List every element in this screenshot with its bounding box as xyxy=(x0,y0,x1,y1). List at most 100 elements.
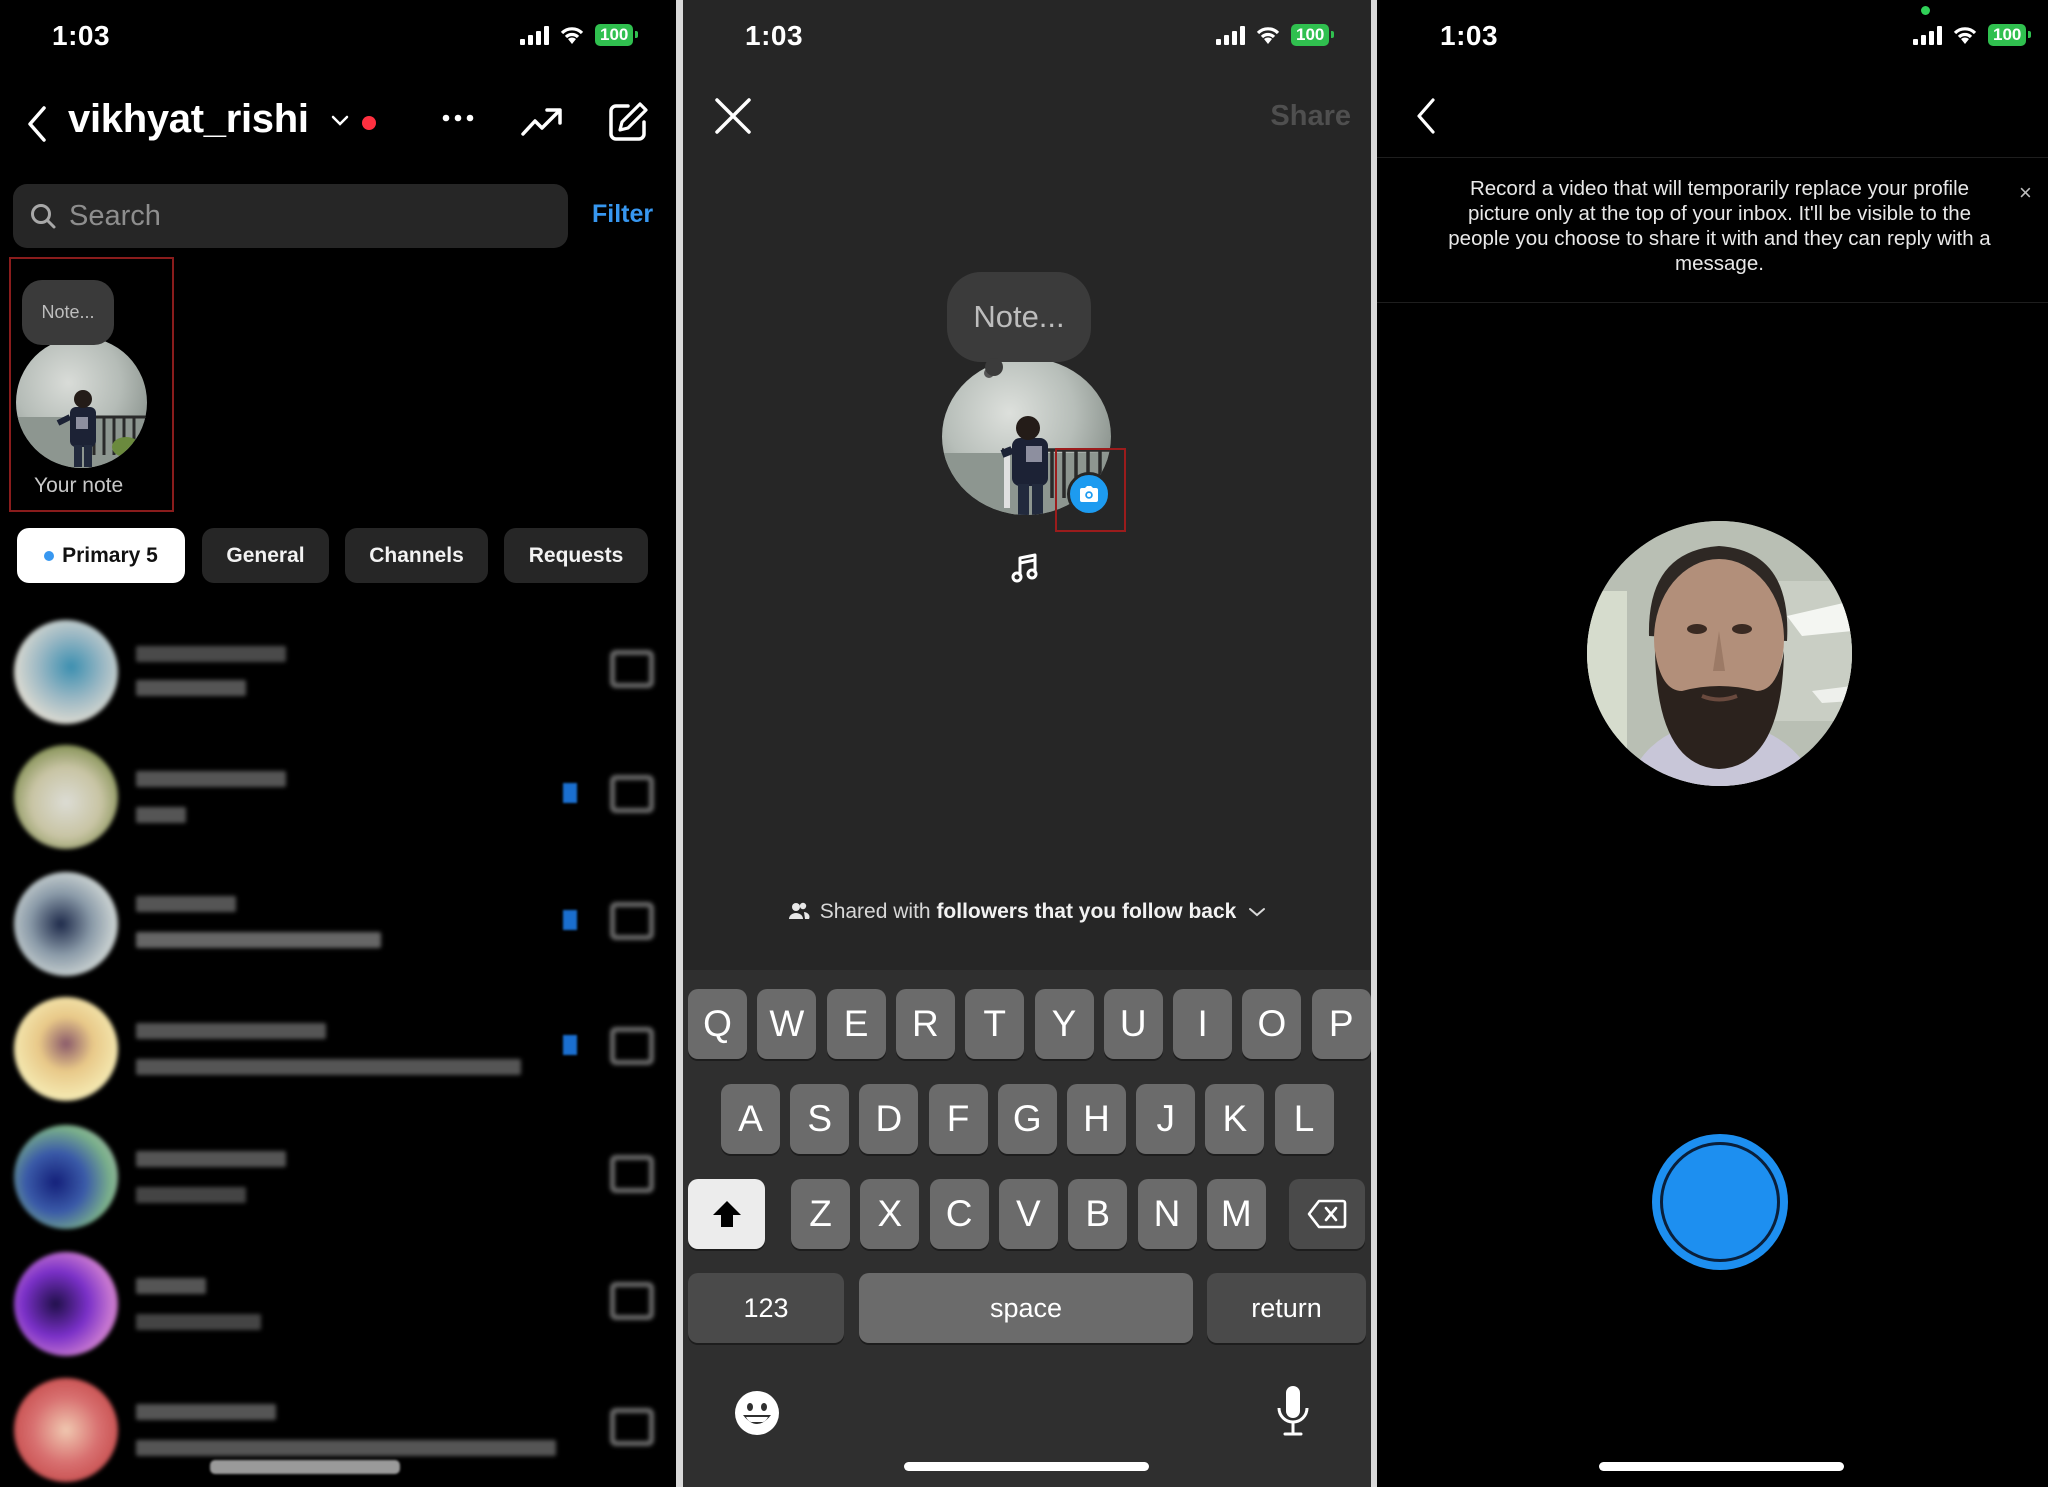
key-l[interactable]: L xyxy=(1274,1084,1334,1154)
key-d[interactable]: D xyxy=(859,1084,919,1154)
wifi-icon xyxy=(1256,27,1280,44)
tab-primary[interactable]: Primary 5 xyxy=(17,528,185,583)
key-v[interactable]: V xyxy=(998,1179,1058,1249)
add-video-button[interactable] xyxy=(1067,472,1111,516)
camera-icon[interactable] xyxy=(610,902,654,940)
emoji-icon[interactable] xyxy=(733,1389,781,1437)
trending-icon[interactable] xyxy=(520,104,564,140)
note-bubble[interactable]: Note... xyxy=(22,280,114,345)
key-b[interactable]: B xyxy=(1068,1179,1128,1249)
key-r[interactable]: R xyxy=(895,989,955,1059)
more-icon[interactable] xyxy=(442,113,474,123)
back-chevron-icon[interactable] xyxy=(1413,96,1439,136)
chevron-down-icon[interactable] xyxy=(330,114,350,128)
home-indicator xyxy=(1599,1462,1844,1471)
camera-icon[interactable] xyxy=(610,775,654,813)
audience-prefix: Shared with xyxy=(819,900,931,923)
notification-dot xyxy=(362,116,376,130)
key-m[interactable]: M xyxy=(1206,1179,1266,1249)
key-k[interactable]: K xyxy=(1205,1084,1265,1154)
battery-indicator: 100 xyxy=(1291,24,1335,46)
status-icons: 100 xyxy=(520,24,639,46)
chat-list-item[interactable] xyxy=(0,862,676,982)
key-e[interactable]: E xyxy=(826,989,886,1059)
return-key[interactable]: return xyxy=(1207,1273,1366,1343)
camera-icon[interactable] xyxy=(610,1155,654,1193)
camera-icon[interactable] xyxy=(610,1408,654,1446)
key-t[interactable]: T xyxy=(965,989,1025,1059)
home-indicator xyxy=(904,1462,1149,1471)
key-z[interactable]: Z xyxy=(791,1179,850,1249)
audience-selector[interactable]: Shared with followers that you follow ba… xyxy=(683,900,1371,924)
numbers-key[interactable]: 123 xyxy=(688,1273,844,1343)
chat-name-blurred xyxy=(136,1404,276,1420)
share-button[interactable]: Share xyxy=(1270,100,1351,133)
key-g[interactable]: G xyxy=(997,1084,1057,1154)
backspace-icon xyxy=(1307,1199,1347,1229)
shift-key[interactable] xyxy=(688,1179,765,1249)
chat-list-item[interactable] xyxy=(0,735,676,855)
tab-label: Channels xyxy=(369,543,464,567)
status-icons: 100 xyxy=(1913,24,2032,46)
microphone-icon[interactable] xyxy=(1275,1384,1311,1438)
chat-avatar xyxy=(14,745,118,849)
chat-name-blurred xyxy=(136,1023,326,1039)
camera-icon[interactable] xyxy=(610,1027,654,1065)
chat-name-blurred xyxy=(136,1278,206,1294)
backspace-key[interactable] xyxy=(1289,1179,1365,1249)
your-note-label: Your note xyxy=(34,474,124,497)
close-icon[interactable] xyxy=(713,96,753,136)
key-o[interactable]: O xyxy=(1242,989,1302,1059)
home-indicator xyxy=(210,1460,400,1474)
unread-dot xyxy=(44,550,55,561)
record-button[interactable] xyxy=(1652,1134,1788,1270)
chat-name-blurred xyxy=(136,646,286,662)
chat-list-item[interactable] xyxy=(0,1242,676,1362)
chat-preview-blurred xyxy=(136,807,186,823)
back-chevron-icon[interactable] xyxy=(24,104,50,144)
key-x[interactable]: X xyxy=(860,1179,920,1249)
your-note-avatar[interactable] xyxy=(16,337,147,468)
search-input[interactable]: Search xyxy=(13,184,568,248)
key-a[interactable]: A xyxy=(721,1084,780,1154)
wifi-icon xyxy=(560,27,584,44)
compose-icon[interactable] xyxy=(606,100,650,144)
key-p[interactable]: P xyxy=(1311,989,1371,1059)
key-q[interactable]: Q xyxy=(688,989,747,1059)
tab-requests[interactable]: Requests xyxy=(504,528,648,583)
camera-icon[interactable] xyxy=(610,1282,654,1320)
chat-name-blurred xyxy=(136,1151,286,1167)
info-banner-text: Record a video that will temporarily rep… xyxy=(1448,177,1991,275)
tab-label: Primary 5 xyxy=(62,543,158,567)
account-username[interactable]: vikhyat_rishi xyxy=(68,97,309,142)
key-c[interactable]: C xyxy=(929,1179,989,1249)
camera-icon[interactable] xyxy=(610,650,654,688)
key-n[interactable]: N xyxy=(1137,1179,1197,1249)
battery-indicator: 100 xyxy=(595,24,639,46)
chat-list-item[interactable] xyxy=(0,610,676,730)
banner-close-button[interactable]: × xyxy=(2019,180,2032,206)
cellular-signal-icon xyxy=(1216,25,1245,45)
chat-preview-blurred xyxy=(136,1314,261,1330)
filter-button[interactable]: Filter xyxy=(592,200,653,229)
space-key[interactable]: space xyxy=(859,1273,1193,1343)
tab-label: General xyxy=(226,543,305,567)
music-note-icon[interactable] xyxy=(1011,552,1039,584)
camera-in-use-indicator xyxy=(1921,6,1930,15)
chat-preview-blurred xyxy=(136,1187,246,1203)
tab-general[interactable]: General xyxy=(202,528,329,583)
key-f[interactable]: F xyxy=(928,1084,988,1154)
key-s[interactable]: S xyxy=(790,1084,850,1154)
note-input[interactable]: Note... xyxy=(947,272,1091,376)
key-j[interactable]: J xyxy=(1136,1084,1196,1154)
chat-list-item[interactable] xyxy=(0,1115,676,1235)
key-u[interactable]: U xyxy=(1103,989,1163,1059)
tab-channels[interactable]: Channels xyxy=(345,528,488,583)
key-i[interactable]: I xyxy=(1173,989,1233,1059)
key-h[interactable]: H xyxy=(1067,1084,1126,1154)
chat-avatar xyxy=(14,620,118,724)
inbox-screen: 1:03 100 vikhyat_rishi Search Filter Not… xyxy=(0,0,676,1487)
chat-list-item[interactable] xyxy=(0,987,676,1107)
key-w[interactable]: W xyxy=(757,989,817,1059)
key-y[interactable]: Y xyxy=(1034,989,1094,1059)
